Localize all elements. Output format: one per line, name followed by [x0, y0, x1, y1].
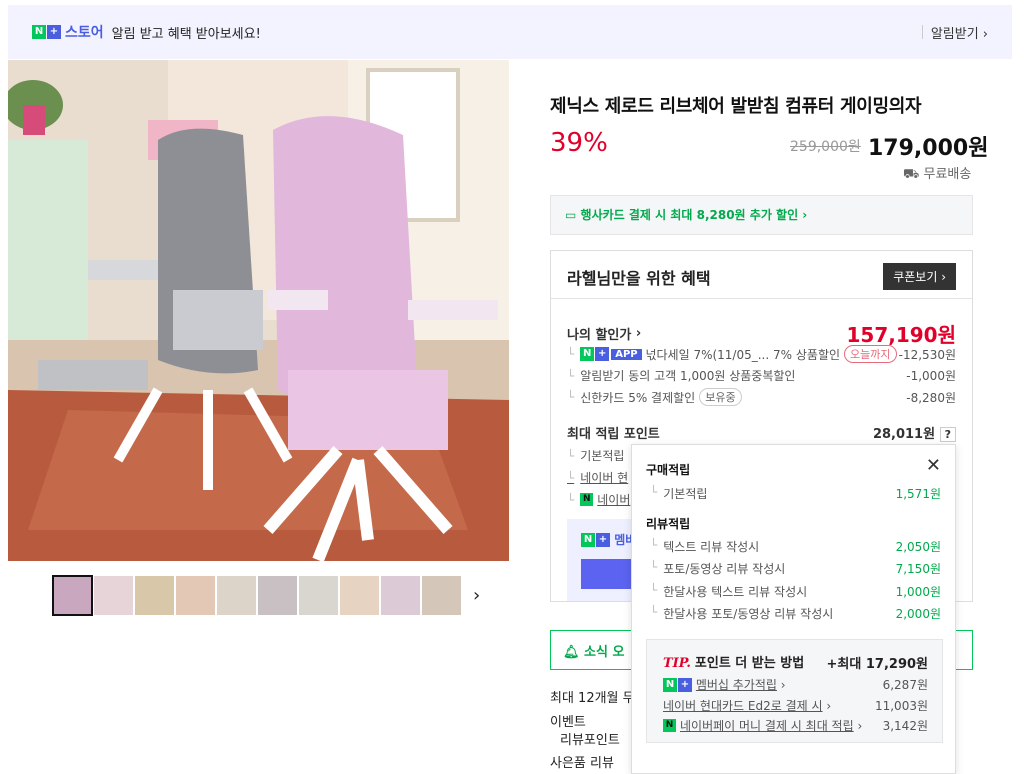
thumbnail-1[interactable] [52, 575, 93, 616]
discount-row: 신한카드 5% 결제할인 보유중 -8,280원 [567, 388, 956, 406]
discount-row: N+APP 넋다세일 7%(11/05_... 7% 상품할인 오늘까지 -12… [567, 345, 956, 363]
thumbnail-8[interactable] [340, 576, 379, 615]
thumbnail-6[interactable] [258, 576, 297, 615]
truck-icon: ⛟ [903, 167, 920, 182]
thumbnail-9[interactable] [381, 576, 420, 615]
card-icon: ▭ [565, 208, 577, 222]
thumbnail-4[interactable] [176, 576, 215, 615]
card-promo-banner[interactable]: ▭ 행사카드 결제 시 최대 8,280원 추가 할인 › [550, 195, 973, 235]
review-points-title: 리뷰적립 [646, 517, 691, 531]
review-point-row: 텍스트 리뷰 작성시2,050원 [650, 538, 941, 555]
my-discount-row[interactable]: 나의 할인가 › 157,190원 [567, 319, 956, 348]
product-title: 제닉스 제로드 리브체어 발받침 컴퓨터 게이밍의자 [550, 96, 922, 117]
points-popup: ✕ 구매적립 기본적립1,571원 리뷰적립 텍스트 리뷰 작성시2,050원 … [631, 444, 956, 774]
review-point-row: 한달사용 포토/동영상 리뷰 작성시2,000원 [650, 605, 941, 622]
alert-subscribe-button[interactable]: 알림받기 › [931, 23, 988, 42]
membership-button[interactable] [581, 559, 633, 589]
review-point-row: 한달사용 텍스트 리뷰 작성시1,000원 [650, 583, 941, 600]
thumbnail-7[interactable] [299, 576, 338, 615]
thumbnail-2[interactable] [94, 576, 133, 615]
close-icon[interactable]: ✕ [926, 455, 941, 476]
product-main-image [8, 60, 509, 561]
tip-title: TIP. 포인트 더 받는 방법 [663, 656, 805, 671]
tip-row[interactable]: 네이버 현대카드 Ed2로 결제 시 › 11,003원 [663, 697, 928, 714]
shipping-info: ⛟ 무료배송 [903, 167, 972, 182]
thumbnail-strip [52, 575, 461, 616]
max-points-row: 최대 적립 포인트 28,011원 ? [567, 423, 956, 442]
divider [921, 25, 923, 39]
purchase-points-title: 구매적립 [646, 463, 691, 477]
bell-icon: 🔔︎ [563, 645, 580, 660]
thumbnail-10[interactable] [422, 576, 461, 615]
tip-row[interactable]: N 네이버페이 머니 결제 시 최대 적립 › 3,142원 [663, 717, 928, 734]
tip-row[interactable]: N + 멤버십 추가적립 › 6,287원 [663, 676, 928, 693]
thumbnail-3[interactable] [135, 576, 174, 615]
divider [551, 298, 972, 299]
help-icon[interactable]: ? [939, 427, 956, 442]
benefit-title: 라헬님만을 위한 혜택 [567, 269, 711, 288]
naver-plus-logo: N + [32, 25, 61, 40]
store-alert-bar: N + 스토어 알림 받고 혜택 받아보세요! 알림받기 › [8, 5, 1012, 59]
event-label: 이벤트 [550, 715, 586, 730]
purchase-point-row: 기본적립1,571원 [650, 485, 941, 502]
gift-info: 사은품 리뷰 [550, 756, 614, 771]
review-point-row: 포토/동영상 리뷰 작성시7,150원 [650, 560, 941, 577]
discount-row: 알림받기 동의 고객 1,000원 상품중복할인 -1,000원 [567, 367, 956, 384]
review-point-info: 리뷰포인트 [560, 733, 620, 748]
chevron-right-icon[interactable]: › [473, 585, 480, 606]
store-name: 스토어 [65, 25, 104, 41]
my-discount-price: 157,190원 [846, 323, 957, 347]
sale-price: 179,000원 [868, 136, 989, 161]
installment-info: 최대 12개월 무 [550, 691, 635, 706]
alert-message: 알림 받고 혜택 받아보세요! [111, 26, 261, 42]
tip-total: +최대 17,290원 [826, 657, 928, 672]
thumbnail-5[interactable] [217, 576, 256, 615]
original-price: 259,000원 [790, 139, 861, 155]
discount-rate: 39% [550, 128, 608, 158]
coupon-button[interactable]: 쿠폰보기 › [883, 263, 956, 290]
tip-box: TIP. 포인트 더 받는 방법 +최대 17,290원 N + 멤버십 추가적립 … [646, 639, 943, 743]
